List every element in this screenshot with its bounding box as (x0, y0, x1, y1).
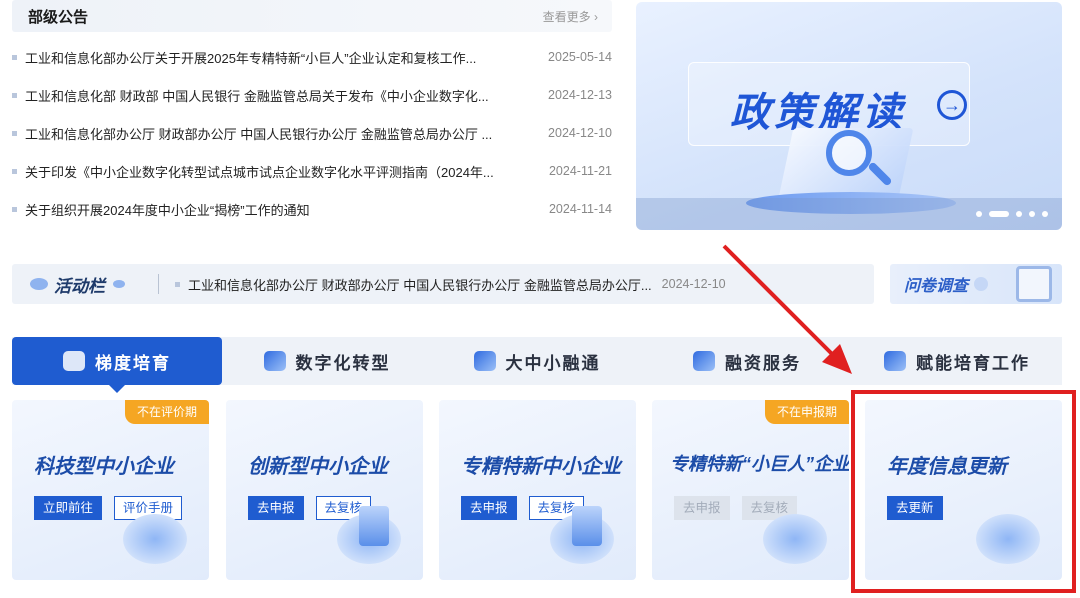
page: 部级公告 查看更多 › 工业和信息化部办公厅关于开展2025年专精特新“小巨人”… (0, 0, 1080, 598)
annotation-arrow-icon (722, 244, 852, 374)
